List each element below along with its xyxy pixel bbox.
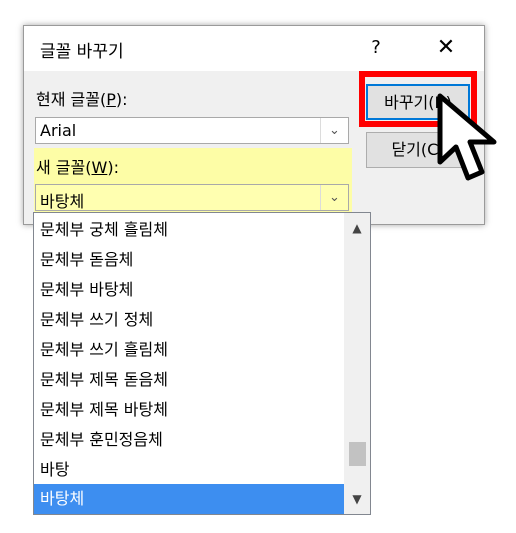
help-button[interactable]: ? — [364, 34, 388, 62]
list-item[interactable]: 문체부 제목 바탕체 — [34, 395, 344, 425]
chevron-down-icon[interactable]: ⌄ — [320, 185, 348, 210]
new-font-combobox[interactable]: 바탕체 ⌄ — [35, 184, 349, 211]
mouse-pointer-icon — [437, 93, 497, 181]
list-item-selected[interactable]: 바탕체 — [34, 484, 344, 514]
list-item[interactable]: 문체부 궁체 흘림체 — [34, 215, 344, 245]
list-item[interactable]: 문체부 돋음체 — [34, 245, 344, 275]
new-font-value: 바탕체 — [40, 192, 85, 211]
chevron-down-icon[interactable]: ⌄ — [320, 118, 348, 143]
close-window-button[interactable]: ✕ — [429, 34, 463, 62]
new-font-label: 새 글꼴(W): — [36, 158, 119, 177]
list-scrollbar[interactable]: ▲ ▼ — [344, 213, 370, 514]
title-bar: 글꼴 바꾸기 ? ✕ — [24, 26, 484, 71]
list-item[interactable]: 바탕 — [34, 455, 344, 485]
dialog-title: 글꼴 바꾸기 — [40, 42, 124, 62]
scroll-thumb[interactable] — [349, 442, 366, 466]
list-item[interactable]: 문체부 쓰기 흘림체 — [34, 335, 344, 365]
current-font-combobox[interactable]: Arial ⌄ — [35, 117, 349, 144]
chevron-down-icon[interactable]: ▼ — [344, 486, 370, 512]
current-font-value: Arial — [40, 121, 77, 140]
list-item[interactable]: 문체부 바탕체 — [34, 275, 344, 305]
current-font-label: 현재 글꼴(P): — [36, 90, 128, 109]
list-item[interactable]: 문체부 제목 돋음체 — [34, 365, 344, 395]
list-item[interactable]: 문체부 쓰기 정체 — [34, 305, 344, 335]
chevron-up-icon[interactable]: ▲ — [344, 215, 370, 241]
font-dropdown-list[interactable]: 문체부 궁체 흘림체 문체부 돋음체 문체부 바탕체 문체부 쓰기 정체 문체부… — [33, 212, 371, 515]
list-item[interactable]: 문체부 훈민정음체 — [34, 425, 344, 455]
